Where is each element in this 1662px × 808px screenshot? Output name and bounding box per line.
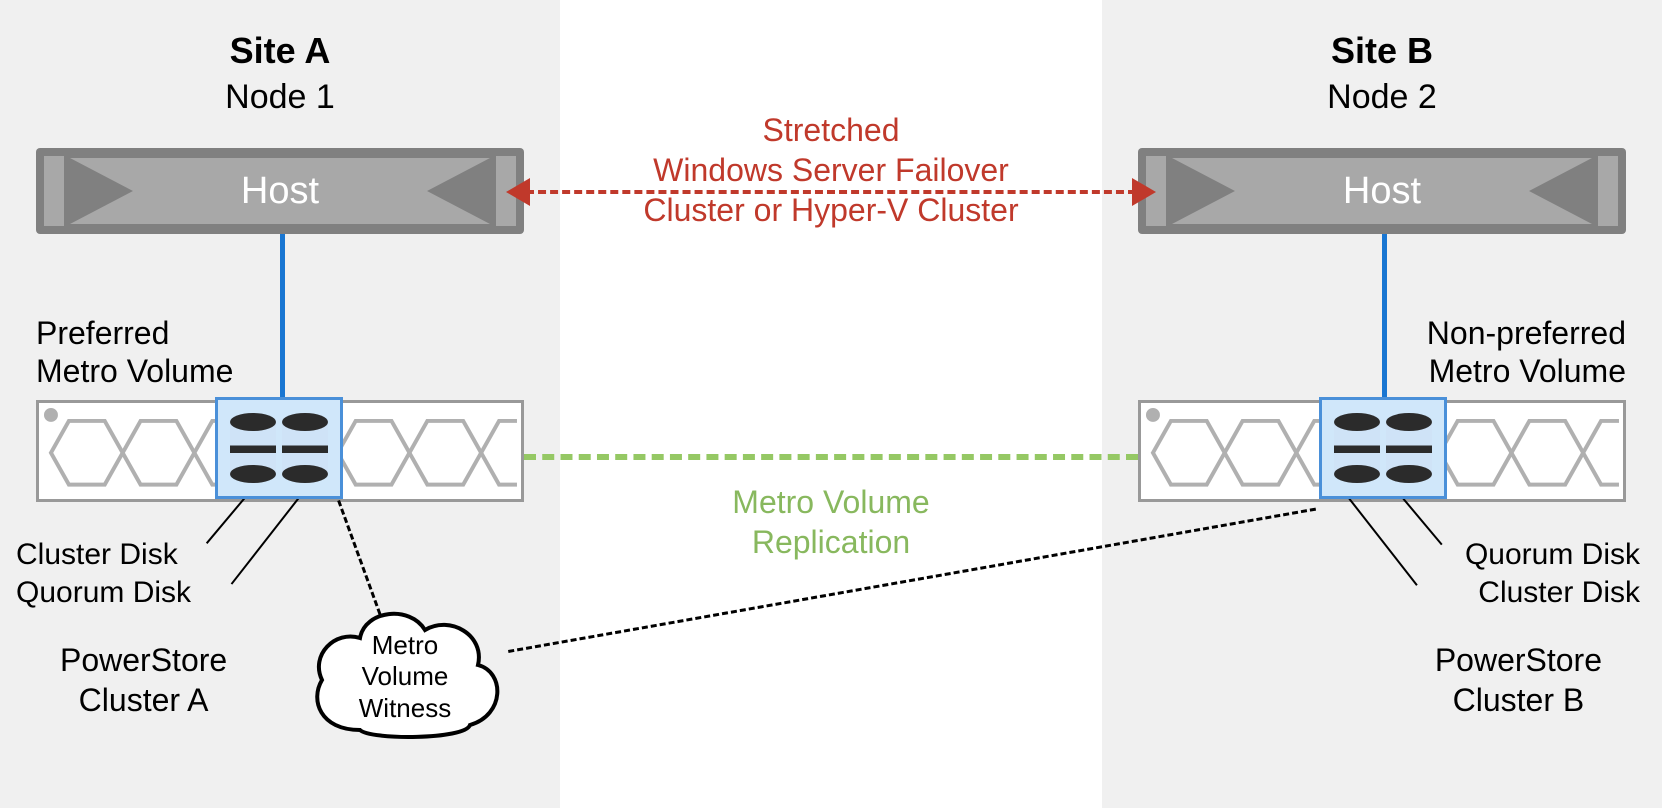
cluster-disk-a-icon [230,413,276,483]
host-b-label: Host [1343,170,1421,213]
callout-line-a2 [231,497,300,585]
preferred-volume-label: Preferred Metro Volume [36,314,233,391]
quorum-disk-b-label: Quorum Disk [1465,536,1640,574]
powerstore-a-1: PowerStore [60,640,227,680]
powerstore-b-2: Cluster B [1435,680,1602,720]
host-a-left-handle [44,156,64,226]
stretched-l2: Windows Server Failover [560,150,1102,190]
host-b: Host [1138,148,1626,234]
stretched-l3: Cluster or Hyper-V Cluster [560,190,1102,230]
storage-array-b [1138,400,1626,502]
quorum-disk-b-icon [1334,413,1380,483]
preferred-label-1: Preferred [36,314,233,352]
disk-box-a [215,397,343,499]
stretched-l1: Stretched [560,110,1102,150]
host-a-shape: Host [70,158,490,224]
witness-label: Metro Volume Witness [300,590,510,750]
metro-rep-l1: Metro Volume [560,482,1102,522]
witness-l2: Volume [359,661,451,692]
quorum-disk-a-label: Quorum Disk [16,574,191,612]
cluster-disk-b-icon [1386,413,1432,483]
site-b-panel: Site B Node 2 Host Non-preferred Metro V… [1102,0,1662,808]
cluster-disk-a-label: Cluster Disk [16,536,191,574]
metro-replication-label: Metro Volume Replication [560,482,1102,562]
callout-line-b1 [1348,498,1417,586]
witness-l1: Metro [359,630,451,661]
callout-line-a1 [206,497,246,544]
metro-replication-line [524,454,1138,460]
disk-labels-a: Cluster Disk Quorum Disk [16,536,191,611]
witness-l3: Witness [359,693,451,724]
preferred-label-2: Metro Volume [36,352,233,390]
site-b-title: Site B [1102,30,1662,72]
host-a-to-storage-line [280,234,285,419]
metro-rep-l2: Replication [560,522,1102,562]
host-b-to-storage-line [1382,234,1387,419]
host-a-label: Host [241,170,319,213]
powerstore-a-2: Cluster A [60,680,227,720]
red-dashed-line [526,190,1136,194]
nonpreferred-label-2: Metro Volume [1427,352,1626,390]
nonpreferred-label-1: Non-preferred [1427,314,1626,352]
storage-array-a [36,400,524,502]
callout-line-b2 [1402,498,1442,545]
disk-labels-b: Quorum Disk Cluster Disk [1465,536,1640,611]
site-b-node: Node 2 [1102,78,1662,117]
host-b-shape: Host [1172,158,1592,224]
powerstore-b-label: PowerStore Cluster B [1435,640,1602,720]
nonpreferred-volume-label: Non-preferred Metro Volume [1427,314,1626,391]
site-a-title: Site A [0,30,560,72]
quorum-disk-a-icon [282,413,328,483]
cluster-disk-b-label: Cluster Disk [1465,574,1640,612]
stretched-cluster-label: Stretched Windows Server Failover Cluste… [560,110,1102,230]
host-b-right-handle [1598,156,1618,226]
red-arrow-right-icon [1132,178,1156,206]
site-a-node: Node 1 [0,78,560,117]
host-a: Host [36,148,524,234]
witness-cloud: Metro Volume Witness [300,590,510,750]
powerstore-b-1: PowerStore [1435,640,1602,680]
powerstore-a-label: PowerStore Cluster A [60,640,227,720]
disk-box-b [1319,397,1447,499]
